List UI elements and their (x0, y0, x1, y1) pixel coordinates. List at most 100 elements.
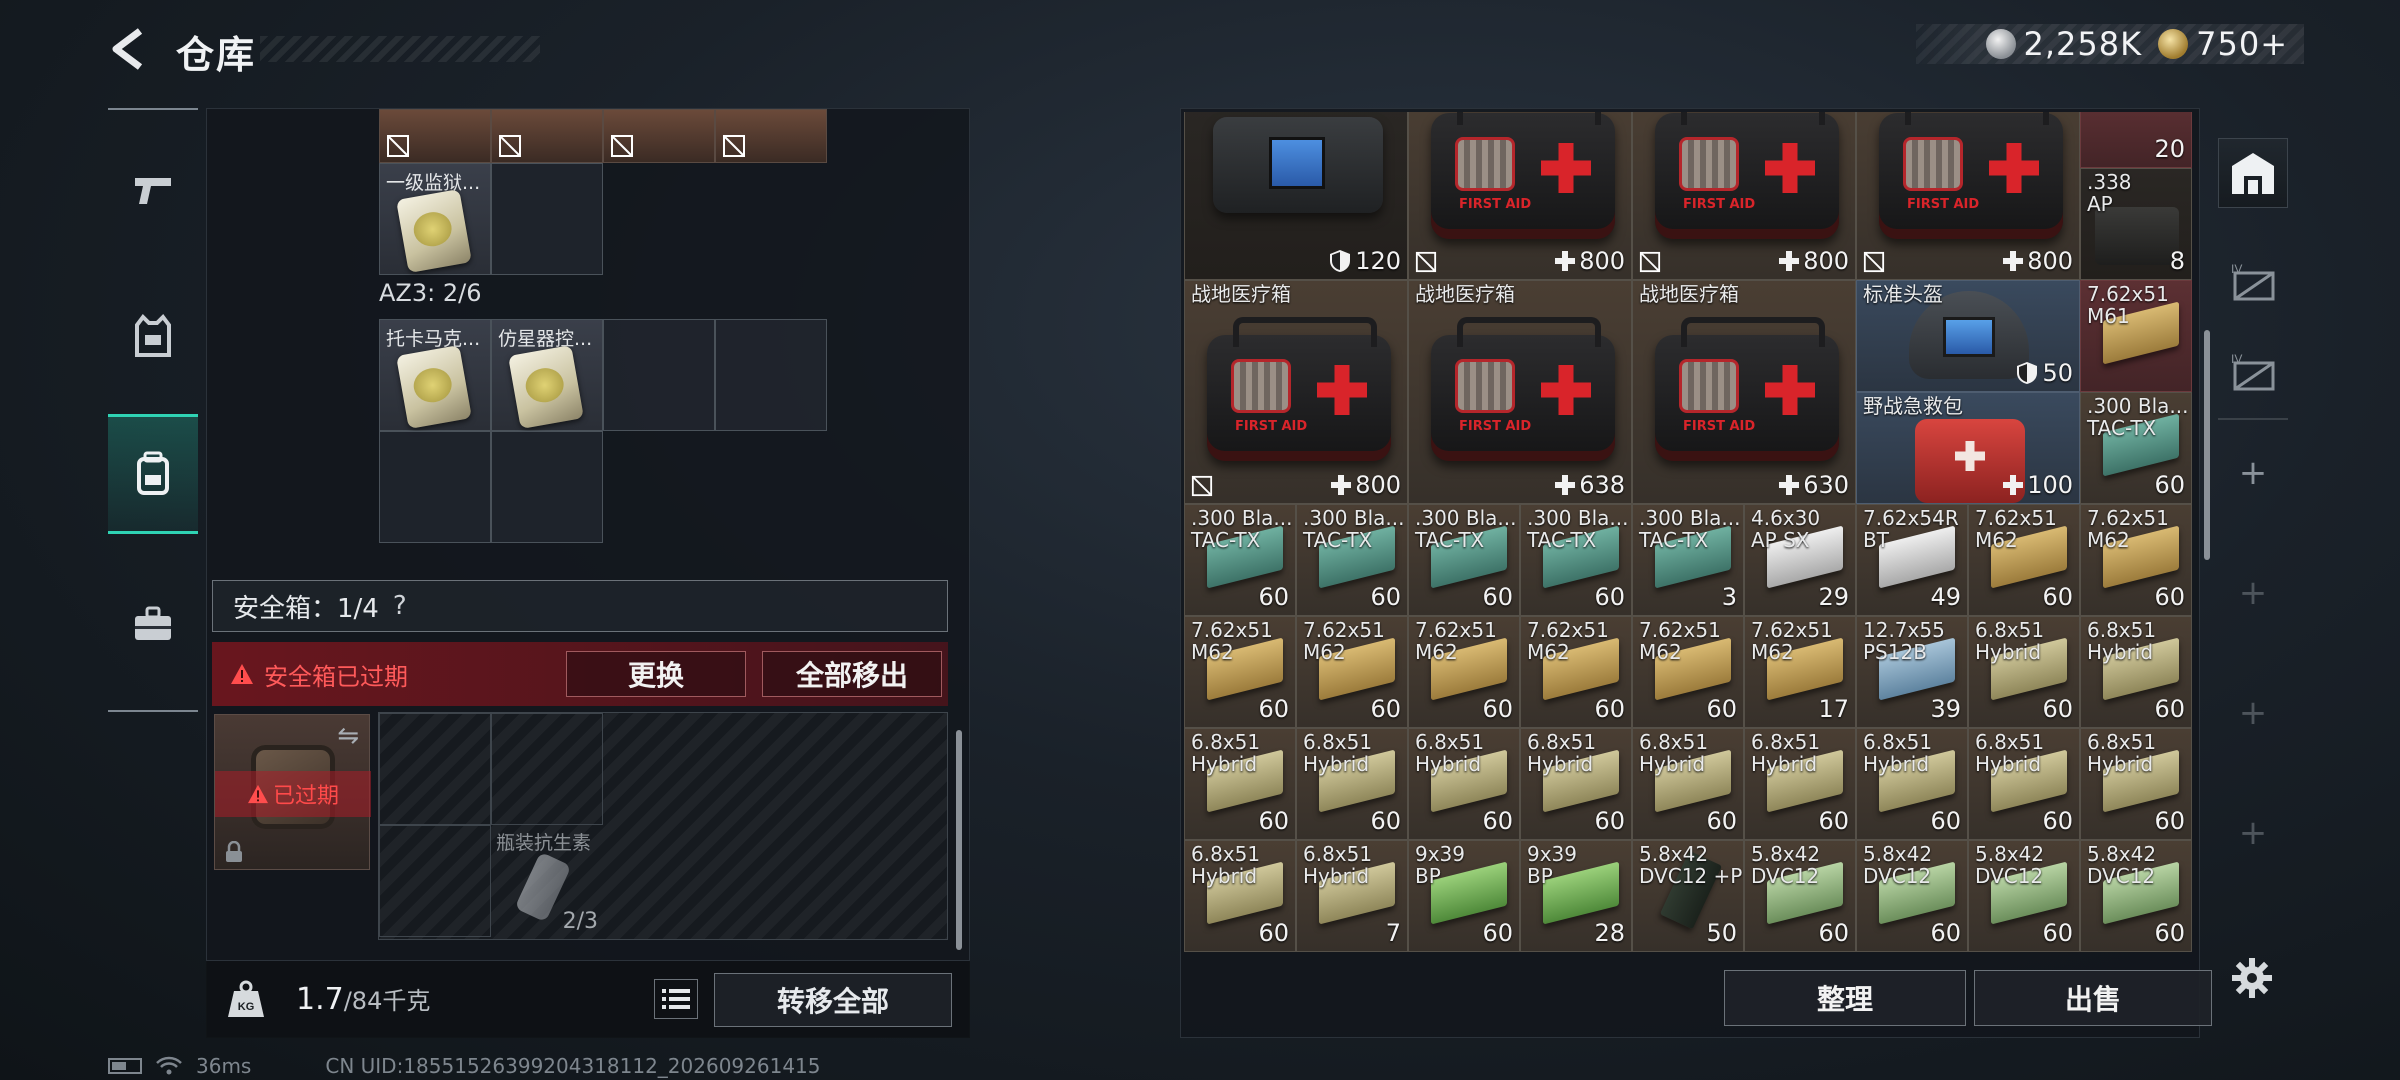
ammo-item[interactable]: 6.8x51 Hybrid 60 (1968, 616, 2080, 728)
ammo-item[interactable]: 6.8x51 Hybrid 60 (1408, 728, 1520, 840)
replace-button[interactable]: 更换 (566, 651, 746, 697)
container-slot[interactable] (491, 109, 603, 163)
rail-storage-3[interactable]: IV (2218, 338, 2288, 408)
item-label: 6.8x51 Hybrid (1191, 730, 1261, 776)
stash-item[interactable]: 120 (1184, 112, 1408, 280)
ammo-item[interactable]: .300 Bla... TAC-TX 60 (1520, 504, 1632, 616)
ammo-item[interactable]: 7.62x51 M62 60 (1408, 616, 1520, 728)
ammo-item[interactable]: .300 Bla... TAC-TX 60 (1184, 504, 1296, 616)
ammo-item[interactable]: 7.62x51 M62 17 (1744, 616, 1856, 728)
item-value: 60 (1482, 919, 1513, 947)
settings-button[interactable] (2224, 950, 2280, 1006)
rail-add-storage[interactable]: + (2218, 438, 2288, 508)
ammo-item[interactable]: 6.8x51 Hybrid 60 (2080, 728, 2192, 840)
ammo-item[interactable]: 7.62x51 M62 60 (2080, 504, 2192, 616)
ammo-item[interactable]: 6.8x51 Hybrid 60 (1520, 728, 1632, 840)
currency-gold[interactable]: 750+ (2158, 25, 2288, 63)
tab-case[interactable] (108, 564, 198, 684)
help-icon[interactable]: ? (393, 591, 407, 621)
ammo-item[interactable]: 5.8x42 DVC12 60 (1744, 840, 1856, 952)
ammo-item[interactable]: 6.8x51 Hybrid 60 (2080, 616, 2192, 728)
stash-item[interactable]: 标准头盔 50 (1856, 280, 2080, 392)
ammo-item[interactable]: 6.8x51 Hybrid 60 (1184, 728, 1296, 840)
item-label: 6.8x51 Hybrid (1303, 842, 1373, 888)
ammo-item[interactable]: 6.8x51 Hybrid 7 (1296, 840, 1408, 952)
container-scrollbar[interactable] (956, 730, 962, 950)
container-slot[interactable] (715, 109, 827, 163)
empty-slot[interactable] (603, 319, 715, 431)
sell-button[interactable]: 出售 (1974, 970, 2212, 1026)
tab-backpack[interactable] (108, 414, 198, 534)
ammo-item[interactable]: .300 Bla... TAC-TX 3 (1632, 504, 1744, 616)
stash-item[interactable]: .300 Bla... TAC-TX 60 (2080, 392, 2192, 504)
ammo-item[interactable]: 6.8x51 Hybrid 60 (1184, 840, 1296, 952)
ammo-item[interactable]: 5.8x42 DVC12 60 (1968, 840, 2080, 952)
list-view-button[interactable] (654, 979, 698, 1019)
no-entry-icon (723, 135, 745, 157)
ammo-item[interactable]: 9x39 BP 60 (1408, 840, 1520, 952)
ammo-item[interactable]: .300 Bla... TAC-TX 60 (1408, 504, 1520, 616)
move-all-out-button[interactable]: 全部移出 (762, 651, 942, 697)
safe-box-slot[interactable] (491, 713, 603, 825)
tab-vest[interactable] (108, 276, 198, 396)
tab-weapons[interactable] (108, 130, 198, 250)
sort-button[interactable]: 整理 (1724, 970, 1966, 1026)
az3-item[interactable]: 托卡马克... (379, 319, 491, 431)
rail-add-storage[interactable]: + (2218, 558, 2288, 628)
ammo-item[interactable]: 9x39 BP 28 (1520, 840, 1632, 952)
ammo-item[interactable]: 5.8x42 DVC12 +P 50 (1632, 840, 1744, 952)
rail-add-storage[interactable]: + (2218, 798, 2288, 868)
briefcase-icon (135, 606, 171, 640)
stash-item[interactable]: FIRST AID 800 (1632, 112, 1856, 280)
stash-item[interactable]: 战地医疗箱 FIRST AID 800 (1184, 280, 1408, 504)
keycard-slot[interactable]: 一级监狱... (379, 163, 491, 275)
transfer-all-button[interactable]: 转移全部 (714, 973, 952, 1027)
ammo-item[interactable]: 7.62x54R BT 49 (1856, 504, 1968, 616)
rail-main-storage[interactable] (2218, 138, 2288, 208)
item-value: 60 (2042, 583, 2073, 611)
container-slot[interactable] (379, 109, 491, 163)
empty-slot[interactable] (715, 319, 827, 431)
ammo-item[interactable]: 5.8x42 DVC12 60 (1856, 840, 1968, 952)
safe-box-slot[interactable] (379, 825, 491, 937)
stash-item[interactable]: FIRST AID 800 (1856, 112, 2080, 280)
rail-add-storage[interactable]: + (2218, 678, 2288, 748)
ammo-item[interactable]: 6.8x51 Hybrid 60 (1632, 728, 1744, 840)
ammo-item[interactable]: 7.62x51 M62 60 (1632, 616, 1744, 728)
rail-storage-2[interactable]: IV (2218, 248, 2288, 318)
item-label: 12.7x55 PS12B (1863, 618, 1945, 664)
ammo-item[interactable]: 6.8x51 Hybrid 60 (1744, 728, 1856, 840)
stash-scrollbar[interactable] (2204, 330, 2210, 560)
stash-item[interactable]: 战地医疗箱 FIRST AID 630 (1632, 280, 1856, 504)
safe-box-item[interactable]: 已过期 ⇋ (214, 714, 371, 870)
ammo-item[interactable]: 5.8x42 DVC12 60 (2080, 840, 2192, 952)
ammo-item[interactable]: 6.8x51 Hybrid 60 (1296, 728, 1408, 840)
empty-slot[interactable] (379, 431, 491, 543)
swap-icon[interactable]: ⇋ (337, 721, 359, 751)
stash-item[interactable]: 野战急救包 100 (1856, 392, 2080, 504)
az3-item[interactable]: 仿星器控... (491, 319, 603, 431)
stash-item[interactable]: .338 AP 8 (2080, 168, 2192, 280)
item-label: 战地医疗箱 (1191, 282, 1291, 306)
stash-item[interactable]: 20 (2080, 112, 2192, 168)
item-value: 60 (2042, 919, 2073, 947)
ammo-item[interactable]: 7.62x51 M62 60 (1968, 504, 2080, 616)
ammo-item[interactable]: 6.8x51 Hybrid 60 (1968, 728, 2080, 840)
ammo-item[interactable]: 6.8x51 Hybrid 60 (1856, 728, 1968, 840)
stash-item[interactable]: 7.62x51 M61 (2080, 280, 2192, 392)
ammo-item[interactable]: 7.62x51 M62 60 (1520, 616, 1632, 728)
stash-item[interactable]: FIRST AID 800 (1408, 112, 1632, 280)
stash-item[interactable]: 战地医疗箱 FIRST AID 638 (1408, 280, 1632, 504)
ammo-item[interactable]: 7.62x51 M62 60 (1296, 616, 1408, 728)
ammo-item[interactable]: 4.6x30 AP SX 29 (1744, 504, 1856, 616)
antibiotic-item[interactable]: 瓶装抗生素 2/3 (492, 826, 604, 938)
safe-box-slot[interactable] (379, 713, 491, 825)
empty-slot[interactable] (491, 431, 603, 543)
ammo-item[interactable]: 7.62x51 M62 60 (1184, 616, 1296, 728)
ammo-item[interactable]: 12.7x55 PS12B 39 (1856, 616, 1968, 728)
container-slot[interactable] (603, 109, 715, 163)
item-value-text: 800 (1355, 471, 1401, 499)
empty-slot[interactable] (491, 163, 603, 275)
back-button[interactable] (104, 22, 152, 76)
ammo-item[interactable]: .300 Bla... TAC-TX 60 (1296, 504, 1408, 616)
